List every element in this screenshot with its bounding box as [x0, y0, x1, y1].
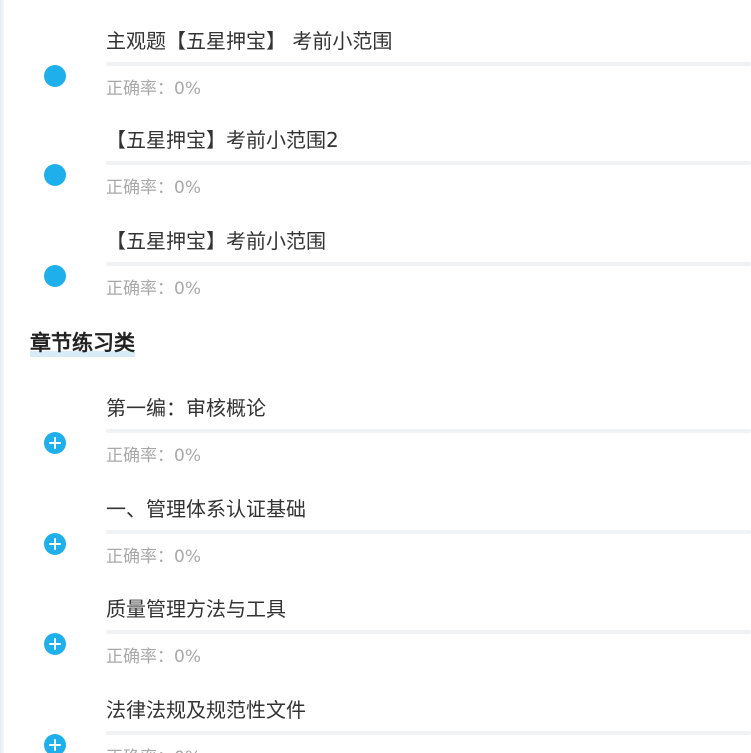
progress-bar: [106, 630, 751, 634]
progress-bar: [106, 161, 751, 165]
exam-item-title: 【五星押宝】考前小范围2: [106, 128, 339, 152]
progress-bar: [106, 262, 751, 266]
chapter-item-4[interactable]: 法律法规及规范性文件 正确率：0%: [0, 695, 751, 753]
exam-item-2[interactable]: 【五星押宝】考前小范围2 正确率：0%: [0, 125, 751, 215]
accuracy-text: 正确率：0%: [106, 178, 201, 198]
exam-item-title: 主观题【五星押宝】 考前小范围: [106, 29, 393, 53]
status-dot-icon: [44, 164, 66, 186]
exam-item-title: 【五星押宝】考前小范围: [106, 229, 326, 253]
progress-bar: [106, 731, 751, 735]
progress-bar: [106, 429, 751, 433]
accuracy-text: 正确率：0%: [106, 745, 201, 753]
accuracy-text: 正确率：0%: [106, 647, 201, 667]
status-dot-icon: [44, 265, 66, 287]
progress-bar: [106, 530, 751, 534]
status-dot-icon: [44, 65, 66, 87]
progress-bar: [106, 62, 751, 66]
chapter-item-title: 一、管理体系认证基础: [106, 497, 306, 521]
expand-plus-icon[interactable]: [44, 734, 66, 753]
section-title-chapter-practice: 章节练习类: [30, 327, 135, 359]
chapter-item-title: 质量管理方法与工具: [106, 597, 286, 621]
exam-item-1[interactable]: 主观题【五星押宝】 考前小范围 正确率：0%: [0, 26, 751, 116]
accuracy-text: 正确率：0%: [106, 547, 201, 567]
accuracy-text: 正确率：0%: [106, 446, 201, 466]
expand-plus-icon[interactable]: [44, 432, 66, 454]
chapter-item-title: 法律法规及规范性文件: [106, 698, 306, 722]
chapter-item-3[interactable]: 质量管理方法与工具 正确率：0%: [0, 594, 751, 684]
expand-plus-icon[interactable]: [44, 533, 66, 555]
accuracy-text: 正确率：0%: [106, 279, 201, 299]
chapter-item-2[interactable]: 一、管理体系认证基础 正确率：0%: [0, 494, 751, 584]
chapter-item-1[interactable]: 第一编：审核概论 正确率：0%: [0, 393, 751, 483]
practice-list-page: 主观题【五星押宝】 考前小范围 正确率：0% 【五星押宝】考前小范围2 正确率：…: [0, 0, 751, 753]
chapter-item-title: 第一编：审核概论: [106, 396, 266, 420]
accuracy-text: 正确率：0%: [106, 79, 201, 99]
section-title-text: 章节练习类: [30, 331, 135, 355]
exam-item-3[interactable]: 【五星押宝】考前小范围 正确率：0%: [0, 226, 751, 316]
expand-plus-icon[interactable]: [44, 633, 66, 655]
